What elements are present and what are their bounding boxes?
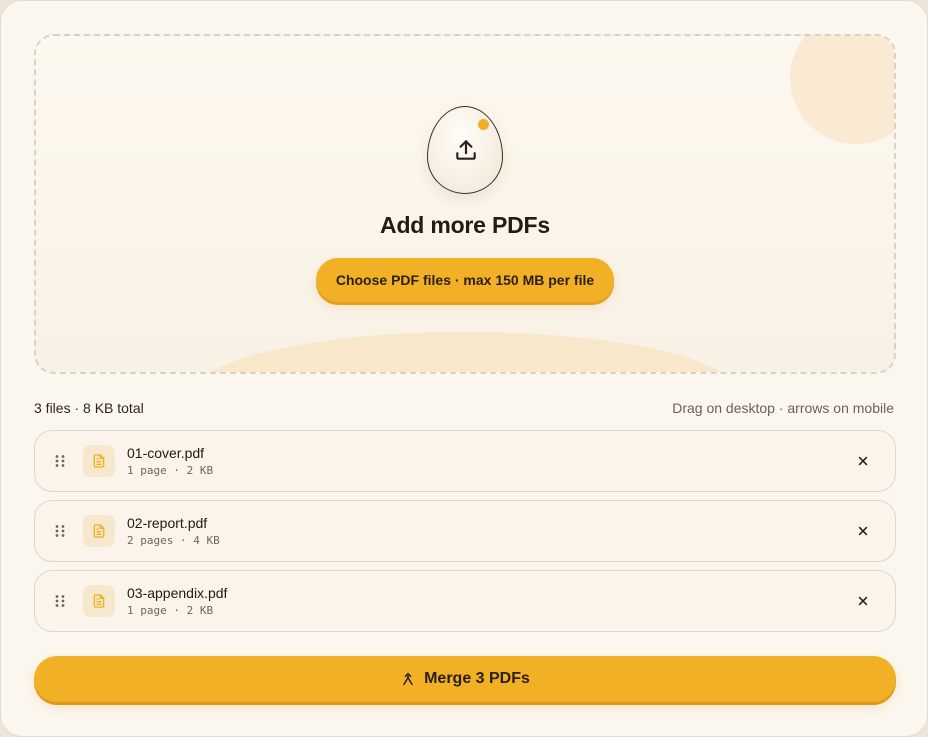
upload-icon	[456, 140, 476, 160]
file-icon	[93, 524, 105, 538]
close-icon	[858, 456, 868, 466]
notification-dot	[478, 119, 489, 130]
file-icon	[93, 454, 105, 468]
reorder-hint: Drag on desktop · arrows on mobile	[672, 400, 894, 416]
remove-file-button[interactable]	[851, 589, 875, 613]
merge-button[interactable]: Merge 3 PDFs	[34, 656, 896, 702]
file-icon-container	[83, 515, 115, 547]
choose-files-button[interactable]: Choose PDF files · max 150 MB per file	[316, 258, 614, 302]
pdf-dropzone[interactable]: Add more PDFs Choose PDF files · max 150…	[34, 34, 896, 374]
file-meta: 1 page · 2 KB	[127, 464, 214, 477]
file-row[interactable]: 02-report.pdf 2 pages · 4 KB	[34, 500, 896, 562]
files-summary: 3 files · 8 KB total	[34, 400, 144, 416]
drag-handle-icon[interactable]	[53, 524, 67, 538]
close-icon	[858, 596, 868, 606]
file-row[interactable]: 01-cover.pdf 1 page · 2 KB	[34, 430, 896, 492]
file-icon	[93, 594, 105, 608]
file-icon-container	[83, 585, 115, 617]
merge-icon	[403, 672, 413, 686]
remove-file-button[interactable]	[851, 519, 875, 543]
remove-file-button[interactable]	[851, 449, 875, 473]
upload-badge	[427, 106, 503, 194]
merge-button-label: Merge 3 PDFs	[424, 670, 530, 687]
file-row[interactable]: 03-appendix.pdf 1 page · 2 KB	[34, 570, 896, 632]
file-name: 01-cover.pdf	[127, 445, 205, 461]
drag-handle-icon[interactable]	[53, 594, 67, 608]
decorative-mound	[196, 332, 736, 372]
decorative-circle	[790, 36, 894, 144]
close-icon	[858, 526, 868, 536]
file-name: 03-appendix.pdf	[127, 585, 228, 601]
file-name: 02-report.pdf	[127, 515, 208, 531]
file-icon-container	[83, 445, 115, 477]
file-meta: 2 pages · 4 KB	[127, 534, 220, 547]
file-meta: 1 page · 2 KB	[127, 604, 214, 617]
drag-handle-icon[interactable]	[53, 454, 67, 468]
dropzone-title: Add more PDFs	[380, 212, 550, 238]
merge-card: Add more PDFs Choose PDF files · max 150…	[0, 0, 928, 737]
